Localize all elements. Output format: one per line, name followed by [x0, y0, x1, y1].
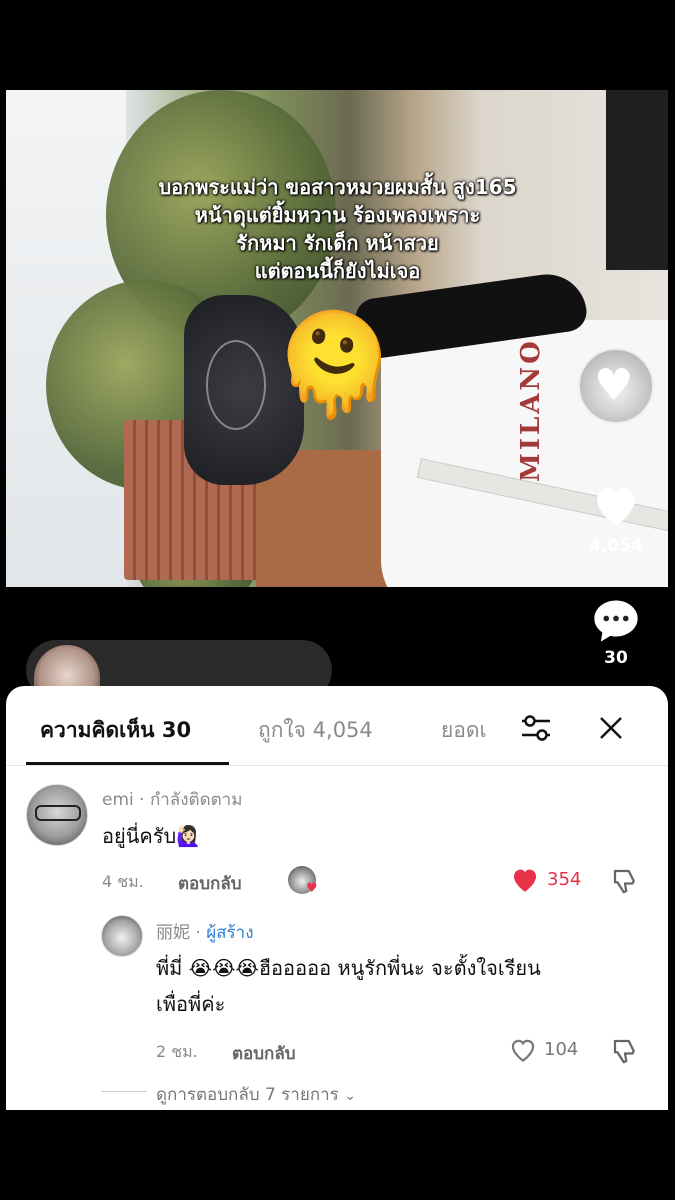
comment-button[interactable]: 30 — [576, 596, 656, 668]
heart-outline-icon[interactable] — [508, 1036, 538, 1063]
reply-like-count: 104 — [544, 1039, 579, 1060]
chevron-down-icon: ⌄ — [344, 1088, 356, 1104]
caption-line: หน้าดุแต่ยิ้มหวาน ร้องเพลงเพราะ — [194, 203, 481, 227]
comment-bubble-icon — [594, 600, 638, 642]
heart-icon — [597, 488, 635, 526]
comment-author[interactable]: emi — [102, 790, 134, 810]
avatar[interactable] — [26, 784, 88, 846]
tab-likes[interactable]: ถูกใจ 4,054 — [258, 714, 373, 747]
likes-count: 4,054 — [589, 536, 643, 556]
reply-time: 2 ชม. — [156, 1042, 198, 1061]
close-icon[interactable] — [591, 708, 631, 748]
follow-status: กำลังติดตาม — [149, 790, 243, 810]
comment-sheet: ความคิดเห็น 30 ถูกใจ 4,054 ยอดเ emi · กำ… — [6, 686, 668, 1110]
caption-line: รักหมา รักเด็ก หน้าสวย — [236, 231, 439, 255]
shirt-text: MILANO — [516, 338, 546, 482]
dislike-icon[interactable] — [610, 1036, 640, 1066]
heart-filled-icon[interactable] — [510, 866, 540, 893]
face-cover-emoji: 🫠 — [272, 306, 397, 423]
reply-text-line: พี่มี่ 😭😭😭ฮือออออ หนูรักพี่นะ จะตั้งใจเร… — [156, 956, 541, 980]
comment-tabs: ความคิดเห็น 30 ถูกใจ 4,054 ยอดเ — [6, 686, 668, 766]
creator-liked-heart-icon: ♥ — [306, 881, 318, 896]
reply-text-line: เพื่อพี่ค่ะ — [156, 992, 226, 1016]
reply-button[interactable]: ตอบกลับ — [232, 1040, 296, 1067]
like-button[interactable]: 4,054 — [576, 482, 656, 556]
meta-separator: · — [139, 790, 145, 810]
tab-active-underline — [26, 762, 229, 765]
avatar[interactable] — [101, 915, 143, 957]
video-caption: บอกพระแม่ว่า ขอสาวหมวยผมสั้น สูง165 หน้า… — [0, 173, 675, 285]
comment-like-count: 354 — [547, 869, 582, 890]
view-replies-label: ดูการตอบกลับ 7 รายการ — [156, 1085, 339, 1105]
hat-pattern — [206, 340, 266, 430]
comment-meta: emi · กำลังติดตาม — [102, 786, 242, 813]
replies-divider — [101, 1091, 147, 1092]
glasses-shape — [35, 805, 81, 821]
dislike-icon[interactable] — [610, 866, 640, 896]
avatar-heart-icon: ♥ — [594, 360, 634, 411]
filter-icon[interactable] — [516, 708, 556, 748]
caption-line: บอกพระแม่ว่า ขอสาวหมวยผมสั้น สูง165 — [158, 175, 517, 199]
reply-meta: 丽妮 · ผู้สร้าง — [156, 918, 254, 946]
reply-author[interactable]: 丽妮 — [156, 923, 190, 943]
caption-line: แต่ตอนนี้ก็ยังไม่เจอ — [254, 259, 421, 283]
creator-badge: ผู้สร้าง — [206, 923, 254, 943]
view-replies-link[interactable]: ดูการตอบกลับ 7 รายการ ⌄ — [156, 1081, 356, 1108]
creator-avatar[interactable]: ♥ — [578, 348, 654, 424]
reply-button[interactable]: ตอบกลับ — [178, 870, 242, 897]
tab-views[interactable]: ยอดเ — [441, 714, 511, 747]
comment-time: 4 ชม. — [102, 872, 144, 891]
meta-separator: · — [195, 923, 201, 943]
tab-comments[interactable]: ความคิดเห็น 30 — [40, 714, 191, 747]
comments-count: 30 — [604, 648, 628, 668]
comment-text: อยู่นี่ครับ🙋🏻‍♀️ — [102, 824, 202, 848]
